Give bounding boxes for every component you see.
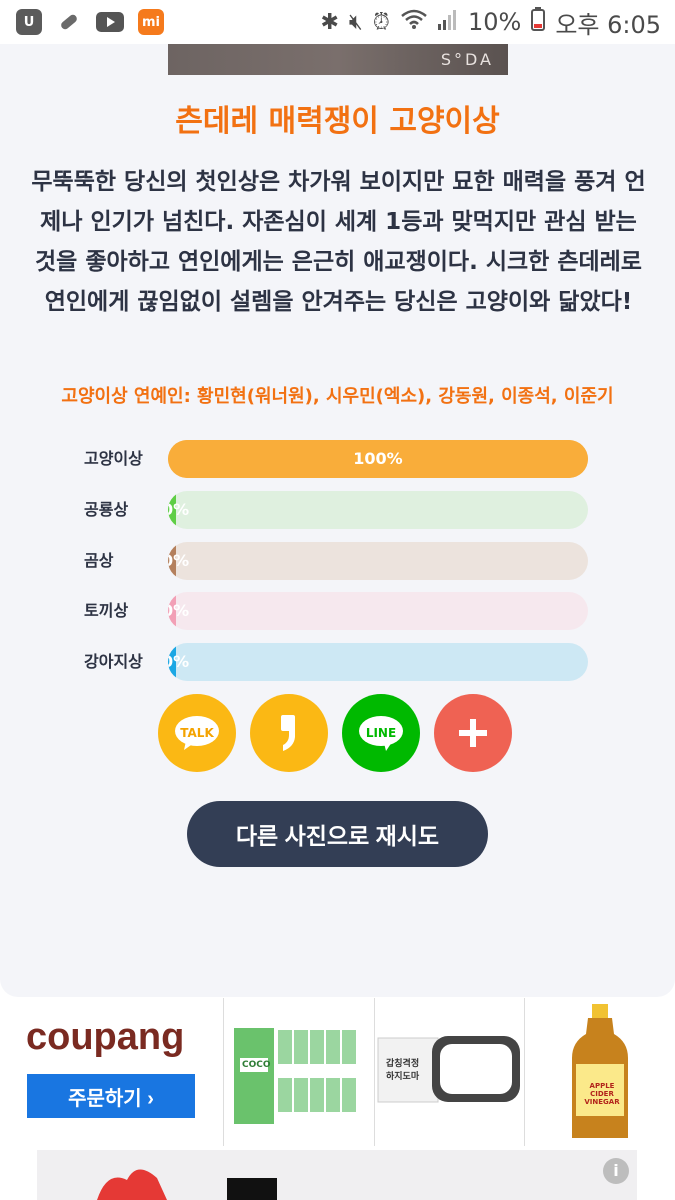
- alarm-icon: ⏰︎: [372, 9, 390, 35]
- youtube-icon: [96, 9, 124, 35]
- score-label: 곰상: [84, 551, 114, 570]
- coupang-brand-panel[interactable]: coupang 주문하기 ›: [0, 998, 224, 1146]
- status-bar: U mi ✱ 🔇︎ ⏰︎ 10% 오후 6:05: [0, 0, 675, 44]
- score-percent: 0%: [168, 551, 190, 570]
- kakao-story-icon: [281, 715, 295, 751]
- ad-info-icon[interactable]: i: [603, 1158, 629, 1184]
- plus-icon: [459, 719, 487, 747]
- coupang-logo: coupang: [26, 1016, 185, 1058]
- celebrity-list: 고양이상 연예인: 황민현(워너원), 시우민(엑소), 강동원, 이종석, 이…: [61, 386, 614, 407]
- score-percent: 0%: [168, 500, 190, 519]
- more-share-button[interactable]: [434, 694, 512, 772]
- ad-banner[interactable]: coupang 주문하기 › COCO 갑칭격정 하지도마 APPLE CIDE…: [0, 998, 675, 1148]
- ucloud-icon: U: [16, 9, 42, 35]
- coconut-water-image: [234, 1028, 356, 1124]
- score-track: 0%: [168, 643, 588, 681]
- score-row: 강아지상 0%: [84, 642, 594, 682]
- score-label: 강아지상: [84, 652, 143, 671]
- result-description: 무뚝뚝한 당신의 첫인상은 차가워 보이지만 묘한 매력을 풍겨 언제나 인기가…: [31, 169, 646, 315]
- score-track: 0%: [168, 542, 588, 580]
- score-row: 고양이상 100%: [84, 439, 594, 479]
- score-label: 토끼상: [84, 601, 129, 620]
- battery-percent: 10%: [467, 8, 522, 36]
- wifi-icon: [400, 8, 428, 36]
- retry-photo-button[interactable]: 다른 사진으로 재시도: [187, 801, 488, 867]
- coconut-water-product[interactable]: COCO: [226, 998, 375, 1146]
- xiaomi-mi-icon: mi: [138, 9, 164, 35]
- score-percent: 0%: [168, 601, 190, 620]
- clock: 오후 6:05: [555, 10, 661, 39]
- ad-footer-banner[interactable]: i: [37, 1150, 637, 1200]
- score-row: 곰상 0%: [84, 541, 594, 581]
- pill-icon: [56, 9, 82, 35]
- score-label: 공룡상: [84, 500, 129, 519]
- result-title: 츤데레 매력쟁이 고양이상: [175, 104, 500, 139]
- score-label: 고양이상: [84, 449, 143, 468]
- score-track: 0%: [168, 491, 588, 529]
- battery-icon: [531, 7, 546, 37]
- line-label: LINE: [365, 726, 397, 740]
- score-row: 공룡상 0%: [84, 490, 594, 530]
- vinegar-bottle-image: [572, 1004, 628, 1138]
- apple-cider-vinegar-product[interactable]: APPLE CIDER VINEGAR: [526, 998, 674, 1146]
- bluetooth-icon: ✱: [320, 9, 339, 35]
- signal-icon: [437, 8, 458, 36]
- score-track: 0%: [168, 592, 588, 630]
- mute-icon: 🔇︎: [348, 9, 363, 35]
- kakao-talk-share-button[interactable]: TALK: [158, 694, 236, 772]
- kakao-talk-label: TALK: [180, 726, 214, 740]
- kakao-story-share-button[interactable]: [250, 694, 328, 772]
- shoe-dryer-label: 갑칭격정 하지도마: [386, 1059, 420, 1082]
- score-percent: 0%: [168, 652, 190, 671]
- result-photo: S°DA: [168, 44, 508, 75]
- vinegar-label: APPLE CIDER VINEGAR: [584, 1082, 620, 1106]
- score-percent: 100%: [353, 449, 403, 468]
- ad-footer-graphic: [97, 1169, 277, 1200]
- line-share-button[interactable]: LINE: [342, 694, 420, 772]
- score-row: 토끼상 0%: [84, 591, 594, 631]
- photo-watermark: S°DA: [440, 50, 494, 69]
- score-track: 100%: [168, 440, 588, 478]
- coconut-label: COCO: [242, 1060, 271, 1070]
- shoe-dryer-product[interactable]: 갑칭격정 하지도마: [376, 998, 525, 1146]
- order-button[interactable]: 주문하기 ›: [27, 1074, 195, 1118]
